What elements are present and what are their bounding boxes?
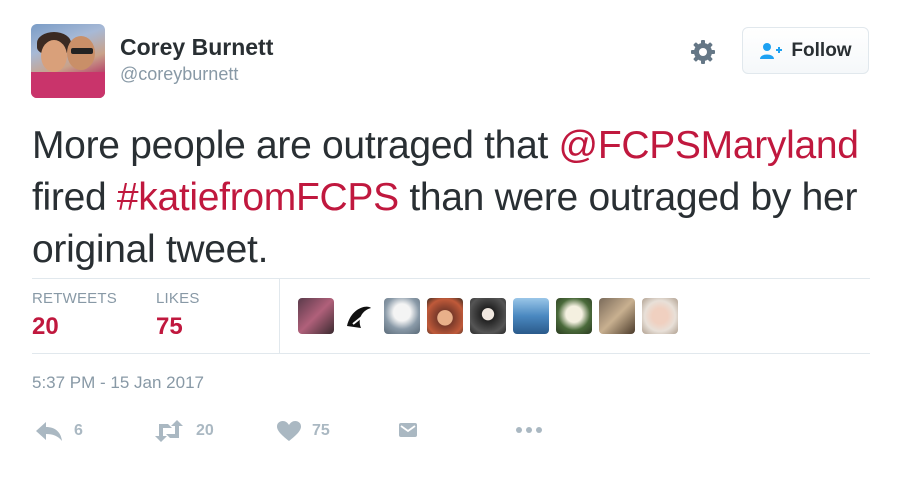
more-button[interactable] [514, 420, 544, 440]
liker-avatar[interactable] [470, 298, 506, 334]
more-dots-icon [514, 420, 544, 440]
reply-count: 6 [74, 422, 83, 439]
likes-value: 75 [156, 313, 183, 340]
liker-avatar[interactable] [298, 298, 334, 334]
avatar-shirt [31, 72, 105, 98]
follow-person-plus-icon [759, 42, 783, 60]
user-avatar[interactable] [31, 24, 105, 98]
liker-avatars [298, 298, 678, 334]
follow-button[interactable]: Follow [742, 27, 869, 74]
direct-message-button[interactable] [398, 420, 418, 440]
likes-label: LIKES [156, 290, 200, 307]
liker-avatar[interactable] [384, 298, 420, 334]
hashtag-link[interactable]: #katiefromFCPS [117, 176, 399, 219]
retweet-button[interactable]: 20 [152, 420, 214, 442]
stats-vertical-divider [279, 278, 280, 353]
like-button[interactable]: 75 [276, 420, 330, 442]
follow-button-label: Follow [791, 39, 852, 61]
gear-icon[interactable] [688, 37, 718, 67]
liker-avatar[interactable] [513, 298, 549, 334]
liker-avatar[interactable] [642, 298, 678, 334]
avatar-sunglasses [71, 48, 93, 54]
avatar-face-left [41, 40, 67, 72]
retweets-value: 20 [32, 313, 59, 340]
likes-stat[interactable]: LIKES 75 [156, 290, 200, 341]
tweet-actions: 6 20 75 [0, 420, 904, 450]
reply-button[interactable]: 6 [34, 420, 83, 442]
retweets-stat[interactable]: RETWEETS 20 [32, 290, 117, 341]
user-display-name[interactable]: Corey Burnett [120, 34, 273, 61]
tweet-timestamp[interactable]: 5:37 PM - 15 Jan 2017 [32, 373, 204, 393]
liker-avatar[interactable] [599, 298, 635, 334]
retweets-label: RETWEETS [32, 290, 117, 307]
direct-message-icon [398, 420, 418, 440]
tweet-text: More people are outraged that @FCPSMaryl… [32, 120, 882, 276]
retweet-count: 20 [196, 422, 214, 439]
liker-avatar[interactable] [556, 298, 592, 334]
reply-icon [34, 420, 64, 442]
heart-icon [276, 420, 302, 442]
liker-avatar[interactable] [341, 298, 377, 334]
user-handle[interactable]: @coreyburnett [120, 64, 238, 85]
divider-bottom [32, 353, 870, 354]
tweet-text-part: fired [32, 176, 117, 219]
divider-top [32, 278, 870, 279]
liker-avatar[interactable] [427, 298, 463, 334]
mention-link[interactable]: @FCPSMaryland [559, 124, 859, 167]
like-count: 75 [312, 422, 330, 439]
retweet-icon [152, 420, 186, 442]
tweet-text-part: More people are outraged that [32, 124, 559, 167]
